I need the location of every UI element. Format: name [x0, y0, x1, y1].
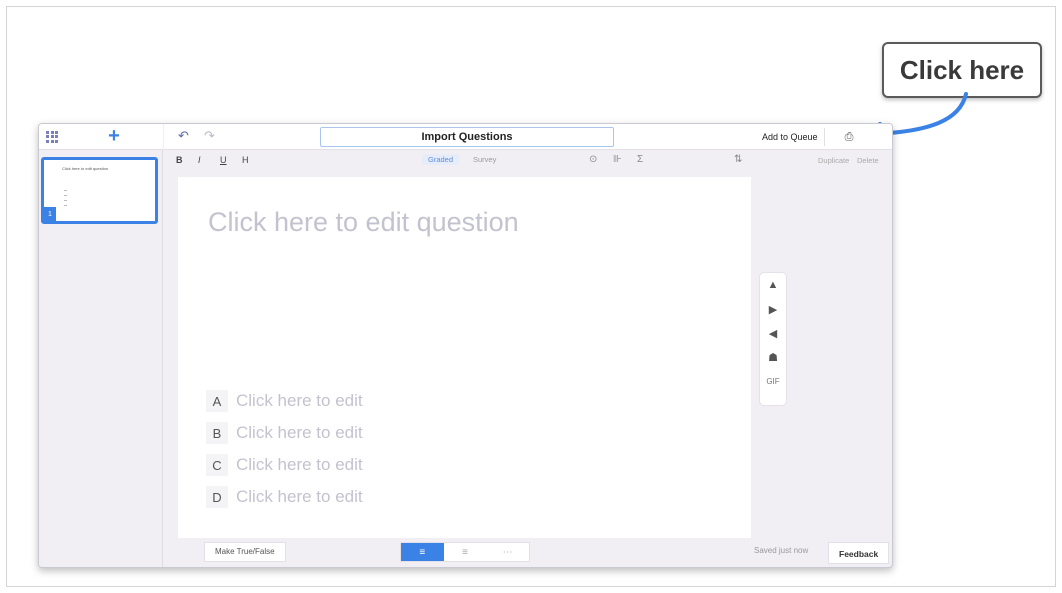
- delete-button[interactable]: Delete: [857, 156, 879, 165]
- layout-toggle: ≡ ≡ ⋯: [400, 542, 530, 562]
- slides-toolbar: +: [39, 124, 163, 150]
- import-questions-icon[interactable]: ⎙: [836, 128, 862, 146]
- audio-icon[interactable]: ◀: [760, 321, 786, 345]
- answer-text-field[interactable]: Click here to edit: [236, 487, 363, 507]
- answer-text-field[interactable]: Click here to edit: [236, 391, 363, 411]
- sort-icon[interactable]: ⇅: [734, 154, 742, 165]
- answer-text-field[interactable]: Click here to edit: [236, 423, 363, 443]
- slides-panel: + Click here to edit question 1: [39, 124, 163, 567]
- bold-button[interactable]: B: [176, 155, 183, 165]
- underline-button[interactable]: U: [220, 155, 227, 165]
- question-text-field[interactable]: Click here to edit question: [208, 207, 519, 238]
- quiz-title-input[interactable]: Import Questions: [320, 127, 614, 147]
- media-toolbar: ▲ ▶ ◀ ☗ GIF: [759, 272, 787, 406]
- slide-thumbnail[interactable]: Click here to edit question 1: [41, 157, 158, 224]
- layout-grid-icon[interactable]: ⋯: [486, 543, 529, 561]
- italic-button[interactable]: I: [198, 155, 201, 165]
- answer-letter: D: [206, 486, 228, 508]
- slide-thumbnail-title: Click here to edit question: [62, 166, 109, 171]
- answer-letter: C: [206, 454, 228, 476]
- undo-icon[interactable]: ↶: [178, 128, 189, 144]
- redo-icon[interactable]: ↷: [204, 128, 215, 144]
- answer-option[interactable]: A Click here to edit: [206, 389, 363, 413]
- answer-style-icon[interactable]: ⊪: [613, 154, 622, 165]
- add-to-queue-button[interactable]: Add to Queue: [756, 128, 825, 146]
- web-icon[interactable]: ☗: [760, 345, 786, 369]
- editor-topbar: ↶ ↷ Import Questions Add to Queue ⎙: [164, 124, 892, 150]
- video-icon[interactable]: ▶: [760, 297, 786, 321]
- answer-letter: A: [206, 390, 228, 412]
- answer-text-field[interactable]: Click here to edit: [236, 455, 363, 475]
- survey-tab[interactable]: Survey: [473, 155, 496, 164]
- answer-option[interactable]: B Click here to edit: [206, 421, 363, 445]
- make-true-false-button[interactable]: Make True/False: [204, 542, 286, 562]
- answer-option[interactable]: D Click here to edit: [206, 485, 363, 509]
- heading-button[interactable]: H: [242, 155, 249, 165]
- duplicate-button[interactable]: Duplicate: [818, 156, 849, 165]
- editor-main: ↶ ↷ Import Questions Add to Queue ⎙ B I …: [164, 124, 892, 567]
- editor-bottombar: Make True/False ≡ ≡ ⋯ Saved just now Fee…: [164, 542, 892, 567]
- layout-list-icon[interactable]: ≡: [401, 543, 444, 561]
- gif-button[interactable]: GIF: [760, 369, 786, 393]
- math-icon[interactable]: Σ: [637, 154, 643, 165]
- add-slide-button[interactable]: +: [65, 124, 163, 149]
- question-canvas: Click here to edit question A Click here…: [178, 177, 751, 538]
- grid-menu-icon[interactable]: [39, 124, 65, 150]
- format-toolbar: B I U H Graded Survey ⊙ ⊪ Σ ⇅ Duplicate …: [164, 150, 892, 172]
- layout-center-icon[interactable]: ≡: [444, 543, 487, 561]
- graded-tab[interactable]: Graded: [422, 154, 460, 165]
- answer-letter: B: [206, 422, 228, 444]
- points-icon[interactable]: ⊙: [589, 154, 597, 165]
- feedback-button[interactable]: Feedback: [828, 542, 890, 564]
- slide-thumbnail-lines: [64, 190, 68, 210]
- quiz-editor-window: + Click here to edit question 1 ↶ ↷ Impo…: [38, 123, 893, 568]
- slide-number: 1: [44, 207, 56, 221]
- save-status: Saved just now: [754, 546, 809, 555]
- image-icon[interactable]: ▲: [760, 273, 786, 297]
- answer-option[interactable]: C Click here to edit: [206, 453, 363, 477]
